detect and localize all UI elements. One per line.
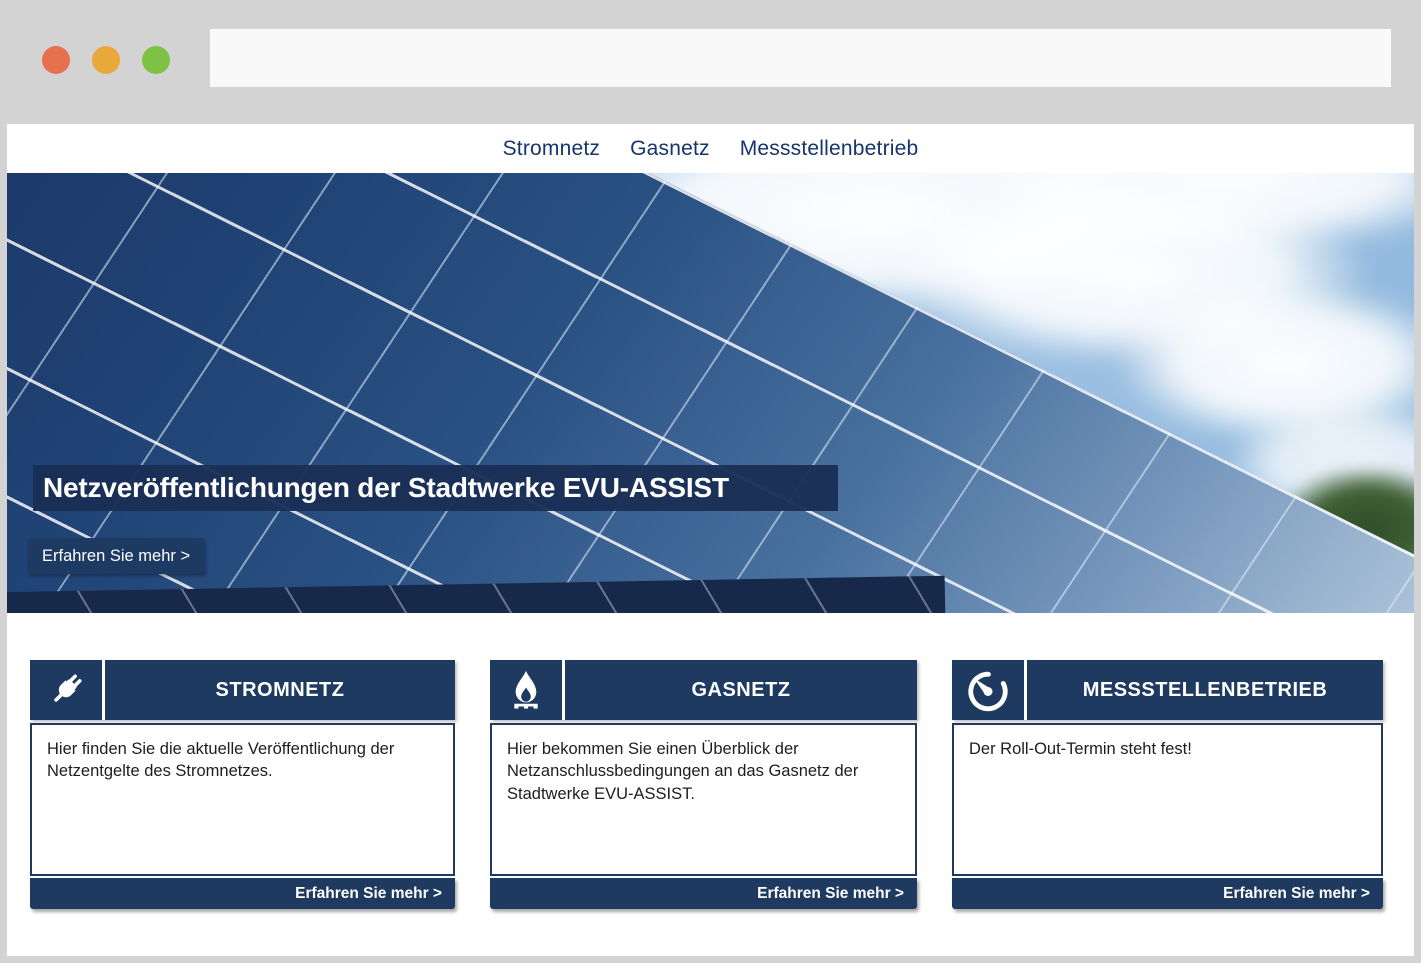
card-header-gasnetz: GASNETZ <box>490 660 917 720</box>
nav-item-messstellenbetrieb[interactable]: Messstellenbetrieb <box>740 137 919 161</box>
card-text: Der Roll-Out-Termin steht fest! <box>969 738 1366 760</box>
teaser-cards: STROMNETZ Hier finden Sie die aktuelle V… <box>7 613 1414 909</box>
card-cta-gasnetz[interactable]: Erfahren Sie mehr > <box>490 878 917 909</box>
card-header-messstellenbetrieb: MESSSTELLENBETRIEB <box>952 660 1383 720</box>
hero-cta-label: Erfahren Sie mehr > <box>42 547 190 565</box>
card-body: Hier finden Sie die aktuelle Veröffentli… <box>30 723 455 876</box>
nav-item-gasnetz[interactable]: Gasnetz <box>630 137 710 161</box>
card-body: Hier bekommen Sie einen Überblick der Ne… <box>490 723 917 876</box>
card-text: Hier finden Sie die aktuelle Veröffentli… <box>47 738 438 783</box>
window-close-button[interactable] <box>42 46 70 74</box>
page: Stromnetz Gasnetz Messstellenbetrieb Net… <box>7 124 1414 956</box>
card-stromnetz: STROMNETZ Hier finden Sie die aktuelle V… <box>30 660 455 909</box>
hero-image: Netzveröffentlichungen der Stadtwerke EV… <box>7 173 1414 613</box>
card-title: GASNETZ <box>565 660 917 720</box>
hero-cta-button[interactable]: Erfahren Sie mehr > <box>28 538 205 574</box>
card-header-stromnetz: STROMNETZ <box>30 660 455 720</box>
gauge-icon <box>952 660 1024 720</box>
card-cta-label: Erfahren Sie mehr > <box>295 885 442 903</box>
hero-title: Netzveröffentlichungen der Stadtwerke EV… <box>33 465 838 511</box>
card-cta-label: Erfahren Sie mehr > <box>757 885 904 903</box>
card-cta-label: Erfahren Sie mehr > <box>1223 885 1370 903</box>
card-cta-stromnetz[interactable]: Erfahren Sie mehr > <box>30 878 455 909</box>
card-cta-messstellenbetrieb[interactable]: Erfahren Sie mehr > <box>952 878 1383 909</box>
flame-icon <box>490 660 562 720</box>
card-text: Hier bekommen Sie einen Überblick der Ne… <box>507 738 900 805</box>
plug-icon <box>30 660 102 720</box>
card-title: MESSSTELLENBETRIEB <box>1027 660 1383 720</box>
card-messstellenbetrieb: MESSSTELLENBETRIEB Der Roll-Out-Termin s… <box>952 660 1383 909</box>
window-minimize-button[interactable] <box>92 46 120 74</box>
card-body: Der Roll-Out-Termin steht fest! <box>952 723 1383 876</box>
window-zoom-button[interactable] <box>142 46 170 74</box>
address-bar-input[interactable] <box>210 29 1391 87</box>
card-title: STROMNETZ <box>105 660 455 720</box>
browser-chrome <box>0 0 1421 124</box>
nav-item-stromnetz[interactable]: Stromnetz <box>503 137 601 161</box>
main-nav: Stromnetz Gasnetz Messstellenbetrieb <box>7 124 1414 173</box>
card-gasnetz: GASNETZ Hier bekommen Sie einen Überblic… <box>490 660 917 909</box>
